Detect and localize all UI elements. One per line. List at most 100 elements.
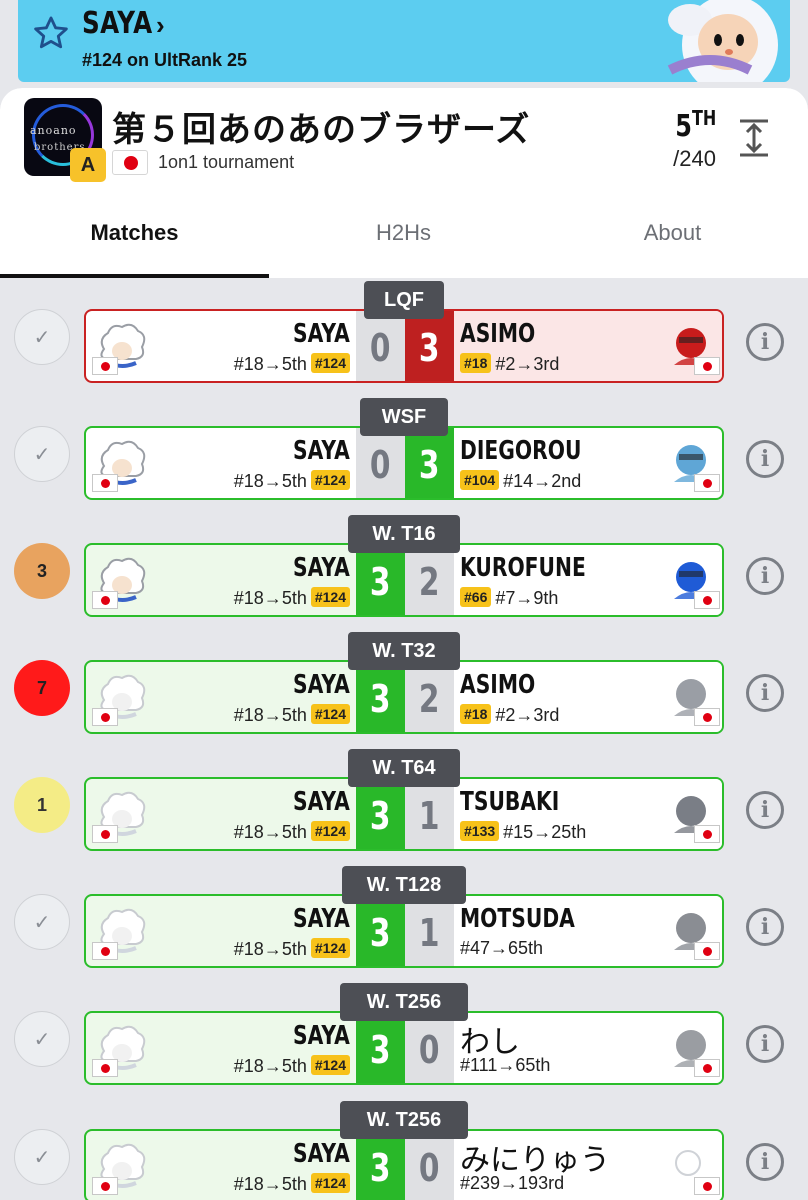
match-row[interactable]: 3 W. T16 SAYA #18→5th #124 3 2 KUROFUNE #… — [0, 515, 808, 617]
player-name[interactable]: SAYA — [82, 6, 153, 41]
opponent-side: DIEGOROU #104 #14→2nd — [454, 428, 722, 498]
player-score: 3 — [356, 896, 405, 966]
match-row[interactable]: 1 W. T64 SAYA #18→5th #124 3 1 TSUBAKI #1… — [0, 749, 808, 851]
opponent-side: TSUBAKI #133 #15→25th — [454, 779, 722, 849]
match-card[interactable]: SAYA #18→5th #124 0 3 DIEGOROU #104 #14→2n… — [84, 426, 724, 500]
japan-flag-icon — [694, 357, 720, 375]
match-row[interactable]: 7 W. T32 SAYA #18→5th #124 3 2 ASIMO #18 #… — [0, 632, 808, 734]
check-icon: ✓ — [14, 309, 70, 365]
japan-flag-icon — [92, 1177, 118, 1195]
japan-flag-icon — [92, 357, 118, 375]
match-row[interactable]: ✓ W. T256 SAYA #18→5th #124 3 0 わし #111→6… — [0, 983, 808, 1085]
round-label: LQF — [364, 281, 444, 319]
tournament-type: 1on1 tournament — [158, 152, 295, 172]
tab-h2hs[interactable]: H2Hs — [269, 220, 538, 246]
match-card[interactable]: SAYA #18→5th #124 3 0 みにりゅう #239→193rd — [84, 1129, 724, 1200]
check-icon: ✓ — [14, 1129, 70, 1185]
info-icon[interactable]: i — [746, 1025, 784, 1063]
player-rank-badge: #124 — [310, 704, 350, 724]
japan-flag-icon — [694, 474, 720, 492]
player-side: SAYA #18→5th #124 — [86, 1013, 356, 1083]
player-name: SAYA — [293, 670, 350, 700]
opponent-seed: #104 #14→2nd — [460, 470, 581, 492]
info-icon[interactable]: i — [746, 440, 784, 478]
round-label: W. T64 — [348, 749, 460, 787]
player-score: 0 — [356, 311, 405, 381]
match-row[interactable]: ✓ WSF SAYA #18→5th #124 0 3 DIEGOROU #104… — [0, 398, 808, 500]
match-row[interactable]: ✓ W. T128 SAYA #18→5th #124 3 1 MOTSUDA #… — [0, 866, 808, 968]
japan-flag-icon — [92, 1059, 118, 1077]
tournament-header: anoano brothers A 第５回あのあのブラザーズ 1on1 tour… — [0, 88, 808, 278]
player-side: SAYA #18→5th #124 — [86, 779, 356, 849]
player-rank-badge: #124 — [310, 938, 350, 958]
opponent-seed: #239→193rd — [460, 1173, 565, 1193]
opponent-rank-badge: #18 — [460, 704, 492, 724]
match-card[interactable]: SAYA #18→5th #124 3 0 わし #111→65th — [84, 1011, 724, 1085]
opponent-name: MOTSUDA — [460, 904, 575, 934]
player-rank-badge: #124 — [310, 587, 350, 607]
placement: 5TH — [674, 106, 716, 144]
opponent-seed: #47→65th — [460, 938, 544, 958]
player-side: SAYA #18→5th #124 — [86, 428, 356, 498]
tournament-title: 第５回あのあのブラザーズ — [112, 110, 531, 150]
opponent-score: 2 — [405, 662, 454, 732]
info-icon[interactable]: i — [746, 791, 784, 829]
match-status-badge: 3 — [14, 543, 70, 599]
player-seed: #18→5th #124 — [234, 704, 350, 726]
player-score: 3 — [356, 545, 405, 615]
opponent-side: ASIMO #18 #2→3rd — [454, 662, 722, 732]
check-icon: ✓ — [14, 1011, 70, 1067]
info-icon[interactable]: i — [746, 674, 784, 712]
match-card[interactable]: SAYA #18→5th #124 3 2 ASIMO #18 #2→3rd — [84, 660, 724, 734]
match-card[interactable]: SAYA #18→5th #124 3 2 KUROFUNE #66 #7→9th — [84, 543, 724, 617]
opponent-score: 3 — [405, 311, 454, 381]
active-tab-indicator — [0, 274, 269, 278]
chevron-right-icon[interactable]: › — [156, 10, 165, 41]
japan-flag-icon — [112, 150, 148, 175]
check-icon: ✓ — [14, 426, 70, 482]
player-name: SAYA — [293, 553, 350, 583]
opponent-rank-badge: #133 — [460, 821, 500, 841]
player-score: 3 — [356, 1013, 405, 1083]
opponent-side: みにりゅう #239→193rd — [454, 1131, 722, 1200]
tab-matches[interactable]: Matches — [0, 220, 269, 246]
player-score: 0 — [356, 428, 405, 498]
star-outline-icon[interactable] — [32, 14, 70, 52]
opponent-score: 3 — [405, 428, 454, 498]
player-rank-badge: #124 — [310, 1055, 350, 1075]
info-icon[interactable]: i — [746, 908, 784, 946]
opponent-side: MOTSUDA #47→65th — [454, 896, 722, 966]
round-label: W. T16 — [348, 515, 460, 553]
tab-bar: Matches H2Hs About — [0, 206, 808, 278]
match-row[interactable]: ✓ W. T256 SAYA #18→5th #124 3 0 みにりゅう #23… — [0, 1101, 808, 1200]
match-card[interactable]: SAYA #18→5th #124 0 3 ASIMO #18 #2→3rd — [84, 309, 724, 383]
player-seed: #18→5th #124 — [234, 1173, 350, 1195]
opponent-score: 0 — [405, 1013, 454, 1083]
player-name: SAYA — [293, 1139, 350, 1169]
player-name: SAYA — [293, 319, 350, 349]
match-status-badge: 7 — [14, 660, 70, 716]
player-banner[interactable]: SAYA › #124 on UltRank 25 — [18, 0, 790, 82]
player-seed: #18→5th #124 — [234, 821, 350, 843]
match-card[interactable]: SAYA #18→5th #124 3 1 TSUBAKI #133 #15→25t… — [84, 777, 724, 851]
tab-about[interactable]: About — [538, 220, 807, 246]
match-row[interactable]: ✓ LQF SAYA #18→5th #124 0 3 ASIMO #18 #2→3… — [0, 281, 808, 383]
info-icon[interactable]: i — [746, 557, 784, 595]
player-rank: #124 on UltRank 25 — [82, 50, 248, 70]
info-icon[interactable]: i — [746, 1143, 784, 1181]
player-rank-badge: #124 — [310, 470, 350, 490]
japan-flag-icon — [92, 474, 118, 492]
opponent-name: DIEGOROU — [460, 436, 582, 466]
opponent-score: 1 — [405, 779, 454, 849]
opponent-side: KUROFUNE #66 #7→9th — [454, 545, 722, 615]
opponent-seed: #111→65th — [460, 1055, 551, 1075]
info-icon[interactable]: i — [746, 323, 784, 361]
entrant-count: /240 — [673, 146, 716, 171]
match-card[interactable]: SAYA #18→5th #124 3 1 MOTSUDA #47→65th — [84, 894, 724, 968]
opponent-rank-badge: #18 — [460, 353, 492, 373]
opponent-score: 0 — [405, 1131, 454, 1200]
expand-vertical-icon[interactable] — [738, 118, 770, 158]
opponent-name: ASIMO — [460, 319, 536, 349]
japan-flag-icon — [694, 942, 720, 960]
player-score: 3 — [356, 662, 405, 732]
